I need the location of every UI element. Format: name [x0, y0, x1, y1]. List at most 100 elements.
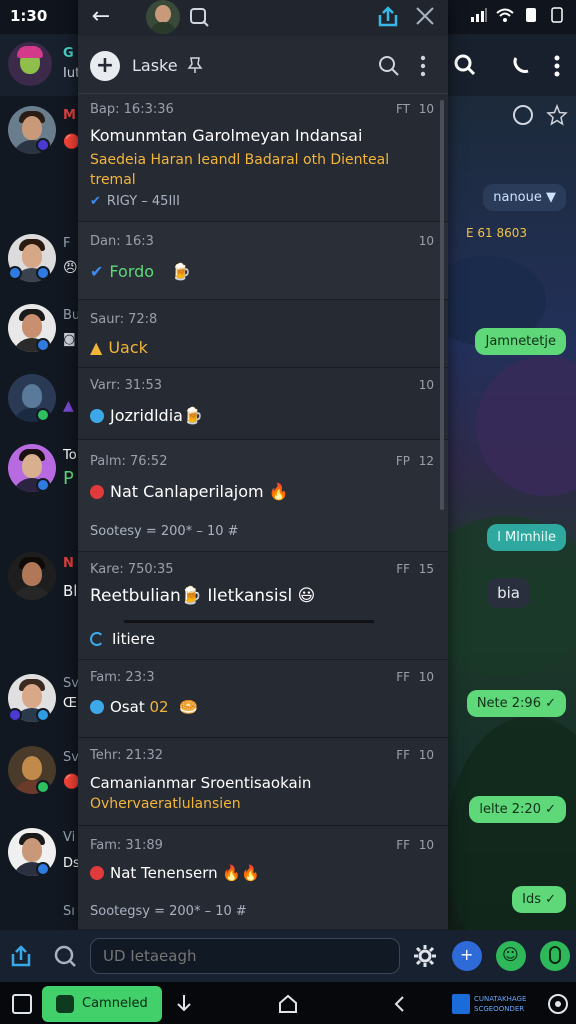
more-vert-icon[interactable]	[416, 54, 430, 78]
fire-emoji-icon: 🔥	[268, 482, 289, 501]
item-timestamp: Fam: 23:3	[90, 670, 155, 685]
search-icon[interactable]	[52, 943, 78, 969]
item-count: 10	[418, 234, 434, 248]
item-title-row: Nat Canlaperilajom 🔥	[90, 482, 289, 501]
verified-badge	[36, 338, 50, 352]
call-icon[interactable]	[510, 54, 532, 76]
item-timestamp: Bap: 16:3:36	[90, 102, 174, 117]
search-icon[interactable]	[454, 54, 476, 76]
verified-badge	[36, 780, 50, 794]
verified-badge	[36, 708, 50, 722]
item-title: Camanianmar Sroentisaokain	[90, 774, 312, 792]
back-arrow-icon[interactable]: ←	[88, 4, 114, 30]
home-icon[interactable]	[276, 992, 300, 1016]
battery-saver-icon	[551, 7, 563, 23]
panel-header: + Laske	[78, 36, 448, 94]
beer-emoji-icon: 🍺	[171, 262, 192, 281]
item-title-row: ✔ Fordo 🍺	[90, 262, 192, 281]
list-item[interactable]: Palm: 76:52 FP 12 Nat Canlaperilajom 🔥 S…	[78, 440, 448, 552]
chat-sub-fragment: Bl	[63, 582, 78, 600]
chat-folder-panel: ← + Laske Bap: 16:3:36 FT 10 Komunmtan G…	[78, 0, 448, 930]
list-item[interactable]: Fam: 31:89 FF 10 Nat Tenensern 🔥🔥 Sooteg…	[78, 826, 448, 930]
search-icon[interactable]	[378, 55, 400, 77]
item-title: Komunmtan Garolmeyan Indansai	[90, 126, 363, 145]
pin-icon[interactable]	[186, 56, 204, 74]
app-shortcut-button[interactable]: Camneled	[42, 986, 162, 1022]
item-count: 10	[418, 748, 434, 762]
emoji-icon[interactable]	[512, 104, 534, 126]
verified-badge	[36, 408, 50, 422]
chat-name-fragment: M	[63, 108, 76, 123]
item-timestamp: Fam: 31:89	[90, 838, 163, 853]
chat-emoji-icon: ▲	[63, 398, 74, 414]
share-icon[interactable]	[376, 5, 400, 29]
add-button[interactable]: +	[90, 51, 120, 81]
signal-icon	[471, 8, 487, 22]
list-item[interactable]: Dan: 16:3 10 ✔ Fordo 🍺	[78, 222, 448, 300]
download-icon[interactable]	[172, 992, 196, 1016]
navigation-bar: Camneled CUNATAKHAGE SCGEOONDER	[0, 982, 576, 1024]
more-vert-icon[interactable]	[550, 54, 564, 78]
group-avatar[interactable]	[8, 42, 52, 86]
mic-button[interactable]	[540, 941, 570, 971]
chat-name-fragment: Sv	[63, 676, 79, 691]
item-timestamp: Palm: 76:52	[90, 454, 168, 469]
chat-sub-fragment: ◙	[63, 332, 76, 347]
item-timestamp: Kare: 750:35	[90, 562, 174, 577]
message-bubble[interactable]: nanoue ▼	[483, 184, 566, 211]
item-tag: FF	[396, 670, 410, 684]
back-icon[interactable]	[388, 992, 412, 1016]
message-bubble[interactable]: lelte 2:20 ✓	[469, 796, 566, 823]
chat-name-fragment: N	[63, 556, 74, 571]
item-count: 12	[418, 454, 434, 468]
chat-background: nanoue ▼ E 61 8603 Jamnetetje l Mlmhile …	[446, 96, 576, 930]
share-icon[interactable]	[8, 943, 34, 969]
message-input[interactable]	[90, 938, 400, 974]
chat-list: M 🔴 F 😠 Bu ◙ ▲ To P N Bl Sv Œ Sv 🔴 Vi Ds…	[0, 96, 80, 930]
avatar[interactable]	[8, 552, 56, 600]
item-footer: Sootesy = 200* – 10 #	[90, 524, 239, 539]
chat-name-fragment: Vi	[63, 830, 76, 845]
status-icons	[470, 7, 566, 23]
list-item[interactable]: Saur: 72:8 ▲ Uack	[78, 300, 448, 368]
translate-button[interactable]: +	[452, 941, 482, 971]
list-item[interactable]: Bap: 16:3:36 FT 10 Komunmtan Garolmeyan …	[78, 94, 448, 222]
brand-logo: CUNATAKHAGE SCGEOONDER	[452, 994, 542, 1014]
item-tag: FF	[396, 562, 410, 576]
item-count: 10	[418, 838, 434, 852]
fire-emoji-icon: 🔥	[222, 864, 242, 882]
star-icon[interactable]	[546, 104, 568, 126]
recent-apps-icon[interactable]	[12, 994, 32, 1014]
message-bubble[interactable]: l Mlmhile	[487, 524, 566, 551]
wifi-icon	[496, 8, 514, 22]
list-item[interactable]: Varr: 31:53 10 Jozridldia🍺	[78, 368, 448, 440]
message-bubble[interactable]: bia	[487, 578, 530, 608]
gear-icon[interactable]	[412, 943, 438, 969]
item-count: 15	[418, 562, 434, 576]
chat-sub-fragment: P	[63, 468, 74, 489]
divider	[124, 620, 374, 623]
assistant-icon[interactable]	[546, 992, 570, 1016]
verified-badge	[36, 478, 50, 492]
check-icon: ✔	[90, 194, 101, 209]
verified-badge	[36, 138, 50, 152]
emoji-button[interactable]: ☺	[496, 941, 526, 971]
message-bubble[interactable]: Jamnetetje	[475, 328, 566, 355]
crown-icon: ▲	[90, 338, 103, 357]
item-tag: FP	[395, 454, 410, 468]
item-timestamp: Dan: 16:3	[90, 234, 154, 249]
item-count: 10	[418, 670, 434, 684]
message-bubble[interactable]: Ids ✓	[512, 886, 566, 913]
app-shortcut-label: Camneled	[82, 996, 148, 1011]
list-item[interactable]: Fam: 23:3 FF 10 Osat 02 🥯	[78, 660, 448, 738]
compose-bar: + ☺	[0, 930, 576, 982]
loading-icon	[90, 632, 104, 646]
message-bubble[interactable]: Nete 2:96 ✓	[466, 690, 566, 717]
close-icon[interactable]	[414, 5, 436, 27]
list-item[interactable]: Tehr: 21:32 FF 10 Camanianmar Sroentisao…	[78, 738, 448, 826]
search-icon[interactable]	[188, 6, 210, 28]
chat-name-fragment: To	[63, 448, 77, 463]
list-item[interactable]: Kare: 750:35 FF 15 Reetbulian🍺 Iletkansi…	[78, 552, 448, 660]
scrollbar[interactable]	[440, 100, 444, 510]
avatar[interactable]	[146, 0, 180, 34]
